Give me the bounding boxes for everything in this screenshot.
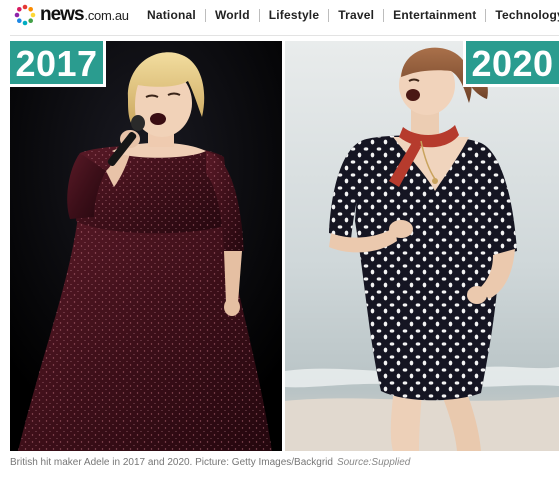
nav-item-travel[interactable]: Travel	[328, 8, 383, 22]
year-badge-2017: 2017	[10, 41, 106, 87]
caption-text: British hit maker Adele in 2017 and 2020…	[10, 457, 333, 468]
photo-2017-illustration	[10, 41, 282, 451]
caption-source: Source:Supplied	[336, 457, 411, 468]
photo-2020-illustration	[285, 41, 559, 451]
photo-2017: 2017	[10, 41, 282, 451]
nav-item-lifestyle[interactable]: Lifestyle	[258, 8, 329, 22]
nav-item-entertainment[interactable]: Entertainment	[383, 8, 485, 22]
logo-wordmark: news	[40, 4, 85, 25]
nav-item-national[interactable]: National	[147, 8, 205, 22]
photo-caption: British hit maker Adele in 2017 and 2020…	[10, 457, 550, 468]
photo-2020: 2020	[285, 41, 559, 451]
main-nav: National World Lifestyle Travel Entertai…	[147, 0, 559, 30]
site-logo[interactable]: news .com.au	[14, 0, 129, 30]
year-badge-2020: 2020	[463, 41, 559, 87]
header-divider	[10, 35, 559, 36]
site-header: news .com.au National World Lifestyle Tr…	[0, 0, 559, 30]
logo-dots-icon	[14, 4, 36, 26]
nav-item-world[interactable]: World	[204, 8, 259, 22]
nav-item-technology[interactable]: Technology	[485, 8, 559, 22]
logo-domain: .com.au	[84, 7, 129, 23]
